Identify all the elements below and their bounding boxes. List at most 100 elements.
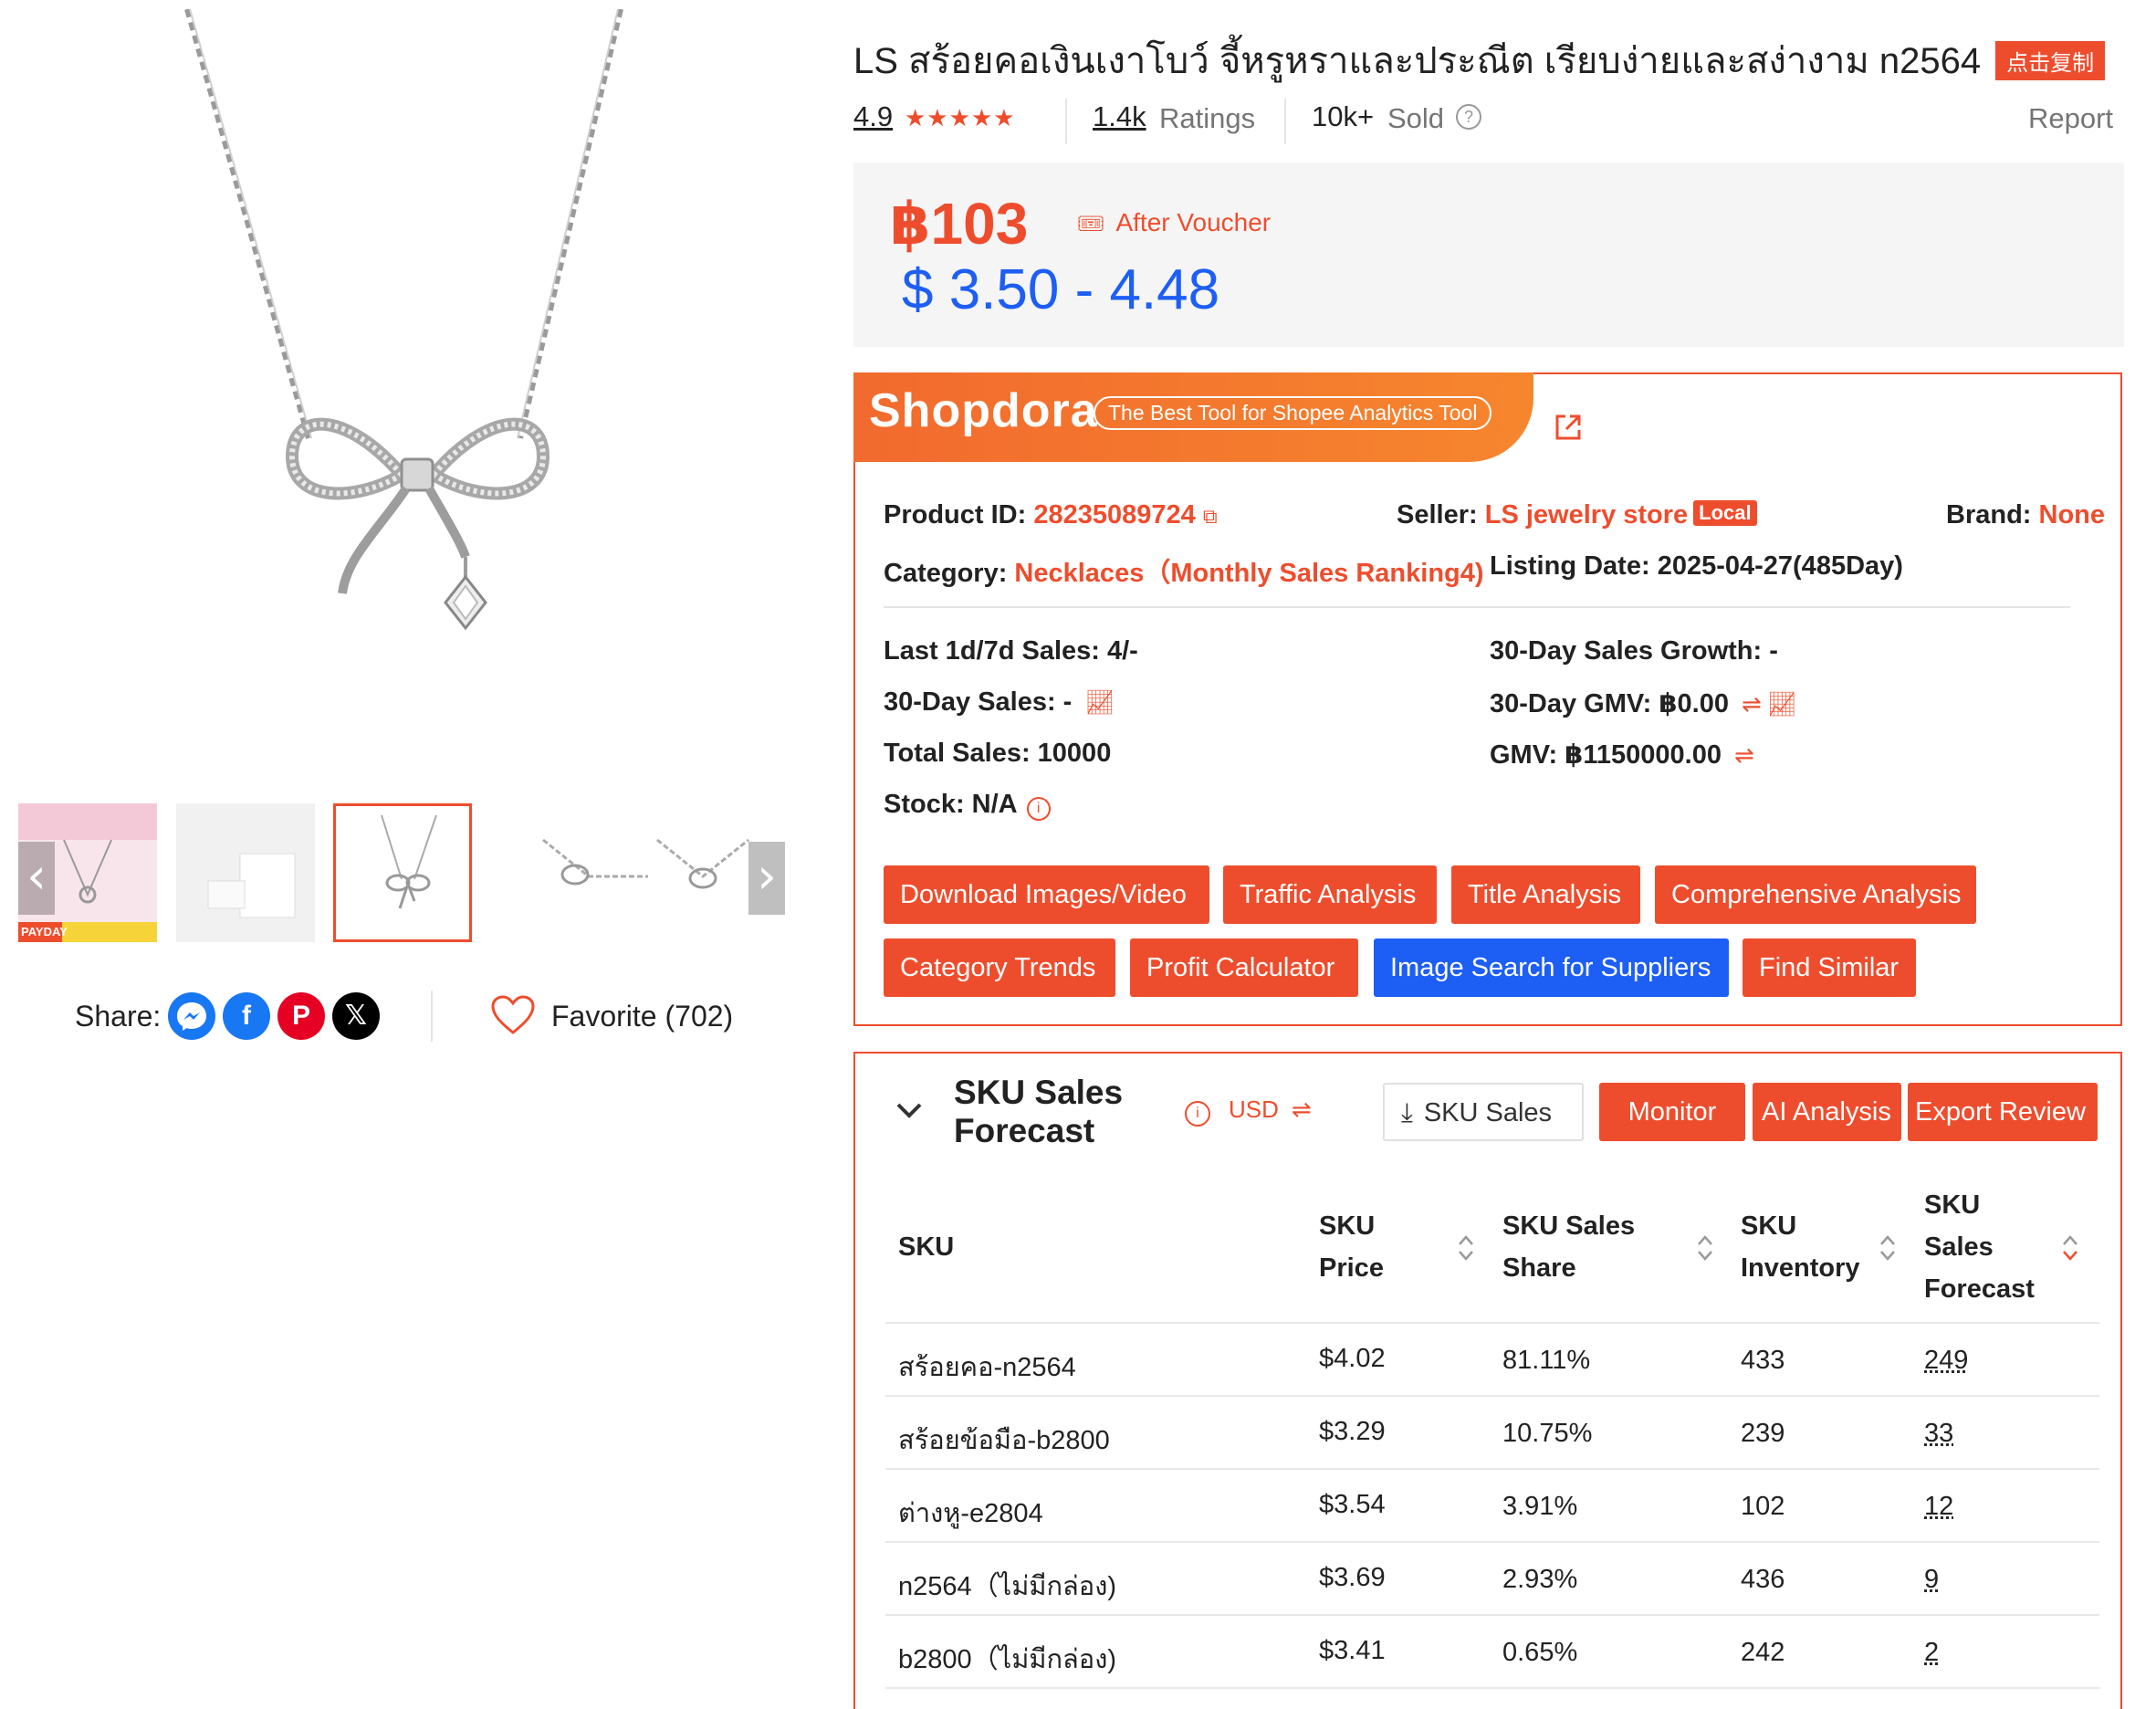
listing-date-value: 2025-04-27(485Day) [1658, 551, 1903, 581]
voucher-price: ฿103 [890, 190, 1028, 258]
share-divider [431, 991, 433, 1042]
sort-icon[interactable] [1457, 1232, 1475, 1263]
row-divider [885, 1468, 2099, 1470]
rating-divider-1 [1065, 99, 1067, 144]
copy-icon[interactable]: ⧉ [1203, 505, 1218, 528]
sku-share: 3.91% [1502, 1492, 1577, 1522]
facebook-icon[interactable]: f [223, 992, 270, 1040]
find-similar-button[interactable]: Find Similar [1743, 938, 1916, 997]
growth-30-stat: 30-Day Sales Growth: - [1490, 636, 1778, 666]
thumbnail-2[interactable] [176, 803, 315, 942]
gmv-text: GMV: ฿1150000.00 [1490, 740, 1722, 770]
category-line: Category: Necklaces（Monthly Sales Rankin… [884, 551, 1484, 590]
gmv-30-stat: 30-Day GMV: ฿0.00 ⇌ 📈︎ [1490, 687, 1797, 719]
traffic-analysis-button[interactable]: Traffic Analysis [1223, 865, 1437, 924]
header-sku: SKU [898, 1226, 954, 1268]
title-analysis-button[interactable]: Title Analysis [1451, 865, 1640, 924]
thumbnail-3-image [336, 806, 469, 939]
thumbnail-3-selected[interactable] [333, 803, 472, 942]
info-icon[interactable]: i [1027, 797, 1051, 821]
chevron-right-icon: › [757, 847, 777, 905]
product-id-value[interactable]: 28235089724 [1033, 500, 1195, 529]
sku-sales-export-button[interactable]: ⤓ SKU Sales [1383, 1083, 1584, 1141]
last-sales-text: Last 1d/7d Sales: 4/- [884, 636, 1138, 666]
sku-forecast[interactable]: 12 [1924, 1492, 1953, 1522]
profit-calculator-button[interactable]: Profit Calculator [1130, 938, 1358, 997]
category-trends-button[interactable]: Category Trends [884, 938, 1115, 997]
sku-forecast[interactable]: 249 [1924, 1346, 1968, 1376]
sku-inventory: 242 [1741, 1638, 1784, 1668]
payday-label: PAYDAY [21, 925, 68, 938]
product-title-row: LS สร้อยคอเงินเงาโบว์ จี้หรูหราและประณีต… [853, 31, 2105, 89]
info-icon: i [1185, 1101, 1210, 1127]
header-sku-inventory[interactable]: SKU Inventory [1741, 1205, 1868, 1289]
copy-title-button[interactable]: 点击复制 [1995, 41, 2105, 80]
gmv-stat: GMV: ฿1150000.00 ⇌ [1490, 739, 1754, 771]
help-circle-icon[interactable]: ? [1456, 104, 1481, 130]
sku-share: 10.75% [1502, 1419, 1592, 1449]
trend-chart-icon[interactable]: 📈︎ [1084, 688, 1115, 716]
collapse-chevron-icon[interactable] [895, 1096, 924, 1125]
thumbnail-5[interactable] [648, 803, 758, 942]
shopdora-logo: Shopdora [869, 383, 1098, 438]
sku-forecast[interactable]: 33 [1924, 1419, 1953, 1449]
share-row: Share: f P 𝕏 Favorite (702) [75, 991, 787, 1045]
swap-icon[interactable]: ⇌ [1742, 690, 1762, 718]
trend-chart-icon[interactable]: 📈︎ [1767, 690, 1797, 718]
thumbnail-prev-button[interactable]: ‹ [18, 842, 55, 915]
x-icon[interactable]: 𝕏 [332, 992, 380, 1040]
listing-date-label: Listing Date: [1490, 551, 1650, 581]
header-sku-sales-share[interactable]: SKU Sales Share [1502, 1205, 1658, 1289]
comprehensive-analysis-button[interactable]: Comprehensive Analysis [1655, 865, 1976, 924]
voucher-icon: 🎟 [1077, 212, 1104, 236]
header-sku-sales-forecast[interactable]: SKU Sales Forecast [1924, 1184, 2043, 1310]
after-voucher-text: After Voucher [1115, 208, 1271, 236]
main-product-image[interactable] [18, 9, 803, 685]
thumbnail-next-button[interactable]: › [748, 842, 785, 915]
info-divider [884, 606, 2070, 608]
swap-icon[interactable]: ⇌ [1734, 741, 1754, 769]
report-link[interactable]: Report [2028, 102, 2113, 135]
rating-value[interactable]: 4.9 [853, 100, 893, 133]
monitor-button[interactable]: Monitor [1599, 1083, 1745, 1141]
rating-divider-2 [1284, 99, 1286, 144]
stock-text: Stock: N/A [884, 790, 1018, 819]
last-sales-stat: Last 1d/7d Sales: 4/- [884, 636, 1138, 666]
ai-analysis-button[interactable]: AI Analysis [1753, 1083, 1901, 1141]
total-sales-stat: Total Sales: 10000 [884, 739, 1111, 769]
external-link-icon[interactable] [1552, 411, 1585, 444]
category-label: Category: [884, 559, 1007, 588]
sales-30-stat: 30-Day Sales: - 📈︎ [884, 687, 1115, 718]
download-images-button[interactable]: Download Images/Video [884, 865, 1209, 924]
sort-icon-active[interactable] [2061, 1232, 2079, 1263]
currency-toggle[interactable]: i USD ⇌ [1185, 1096, 1312, 1127]
sku-forecast[interactable]: 9 [1924, 1565, 1939, 1595]
brand-label: Brand: [1946, 500, 2031, 529]
category-link[interactable]: Necklaces（Monthly Sales Ranking4) [1014, 559, 1483, 588]
row-divider [885, 1614, 2099, 1616]
sku-inventory: 102 [1741, 1492, 1784, 1522]
header-sku-price[interactable]: SKU Price [1319, 1205, 1429, 1289]
sku-name: สร้อยข้อมือ-b2800 [898, 1419, 1110, 1461]
favorite-label[interactable]: Favorite (702) [551, 1000, 733, 1033]
export-review-button[interactable]: Export Review [1908, 1083, 2098, 1141]
product-id-label: Product ID: [884, 500, 1026, 529]
thumbnail-5-image [648, 803, 758, 942]
favorite-button[interactable] [490, 994, 536, 1043]
row-divider [885, 1541, 2099, 1543]
sort-icon[interactable] [1879, 1232, 1897, 1263]
listing-date-line: Listing Date: 2025-04-27(485Day) [1490, 551, 1903, 582]
download-icon: ⤓ [1401, 1098, 1413, 1127]
ratings-count[interactable]: 1.4k [1093, 100, 1146, 133]
after-voucher-label: 🎟 After Voucher [1077, 208, 1271, 237]
sort-icon[interactable] [1696, 1232, 1714, 1263]
sold-count: 10k+ [1312, 100, 1374, 133]
sku-share: 0.65% [1502, 1638, 1577, 1668]
image-search-suppliers-button[interactable]: Image Search for Suppliers [1374, 938, 1729, 997]
sku-inventory: 239 [1741, 1419, 1784, 1449]
messenger-icon[interactable] [168, 992, 215, 1040]
sku-price: $3.29 [1319, 1417, 1386, 1447]
sku-forecast[interactable]: 2 [1924, 1638, 1939, 1668]
seller-link[interactable]: LS jewelry store [1485, 500, 1688, 529]
pinterest-icon[interactable]: P [277, 992, 325, 1040]
